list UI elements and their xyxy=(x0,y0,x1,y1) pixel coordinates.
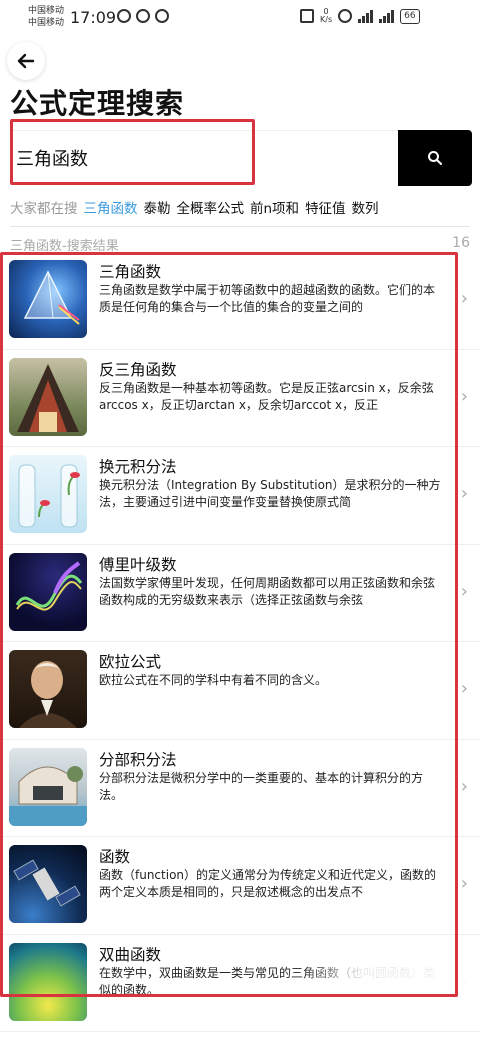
carrier-1: 中国移动 xyxy=(28,6,65,16)
headphones-icon xyxy=(117,9,131,23)
item-description: 反三角函数是一种基本初等函数。它是反正弦arcsin x，反余弦arccos x… xyxy=(99,380,434,412)
item-title: 欧拉公式 xyxy=(99,653,162,671)
list-item[interactable]: 反三角函数 反三角函数是一种基本初等函数。它是反正弦arcsin x，反余弦ar… xyxy=(0,350,480,447)
status-time: 17:09 xyxy=(70,8,117,27)
list-item[interactable]: 函数 函数（function）的定义通常分为传统定义和近代定义，函数的两个定义本… xyxy=(0,837,480,935)
hot-tag-2[interactable]: 泰勒 xyxy=(144,197,171,217)
carrier-2: 中国移动 xyxy=(28,18,65,28)
alarm-icon xyxy=(155,9,169,23)
item-title: 三角函数 xyxy=(99,263,162,281)
item-description: 分部积分法是微积分学中的一类重要的、基本的计算积分的方法。 xyxy=(99,770,424,802)
wave-image xyxy=(15,560,83,611)
net-speed-unit: K/s xyxy=(320,15,333,24)
item-title: 傅里叶级数 xyxy=(99,555,177,574)
euler-portrait-thumbnail xyxy=(9,650,87,728)
prism-image xyxy=(23,270,80,325)
battery-icon: 66 xyxy=(400,8,420,24)
item-description: 法国数学家傅里叶发现，任何周期函数都可以用正弦函数和余弦函数构成的无穷级数来表示… xyxy=(99,575,436,607)
search-button[interactable] xyxy=(398,130,472,186)
hot-tag-4[interactable]: 前n项和 xyxy=(250,197,299,217)
chevron-right-icon: › xyxy=(460,385,468,407)
item-title: 反三角函数 xyxy=(99,360,177,379)
carrier-info: 中国移动 中国移动 xyxy=(28,5,64,29)
chevron-right-icon: › xyxy=(460,288,468,309)
net-speed: 0 K/s xyxy=(320,8,332,24)
mute-icon xyxy=(300,9,314,23)
back-button[interactable] xyxy=(7,42,45,80)
prism-thumbnail xyxy=(9,260,87,338)
a-frame-house-thumbnail xyxy=(9,357,87,436)
chevron-right-icon: › xyxy=(460,775,468,797)
status-bar: 中国移动 中国移动 17:09 0 K/s 66 xyxy=(0,0,480,34)
search-input[interactable] xyxy=(16,143,386,173)
watermark-overlay xyxy=(300,955,480,1000)
item-description: 函数（function）的定义通常分为传统定义和近代定义，函数的两个定义本质是相… xyxy=(99,868,437,899)
eye-icon xyxy=(136,9,150,23)
status-left-icons xyxy=(117,9,169,23)
hot-tag-3[interactable]: 全概率公式 xyxy=(177,197,245,217)
arrow-left-icon xyxy=(17,53,35,69)
sprout-image xyxy=(18,464,80,528)
sprout-thumbnail xyxy=(9,455,87,533)
portrait-image xyxy=(19,661,77,728)
satellite-image xyxy=(13,859,81,907)
wifi-icon xyxy=(338,9,353,23)
results-count: 16 xyxy=(452,235,470,251)
list-item[interactable]: 欧拉公式 欧拉公式在不同的学科中有着不同的含义。 › xyxy=(0,642,480,740)
item-title: 双曲函数 xyxy=(99,945,162,964)
satellite-thumbnail xyxy=(9,845,87,923)
hot-tag-6[interactable]: 数列 xyxy=(352,197,379,217)
chevron-right-icon: › xyxy=(460,678,468,699)
divider xyxy=(10,226,470,227)
item-description: 欧拉公式在不同的学科中有着不同的含义。 xyxy=(99,673,328,687)
item-description: 换元积分法（Integration By Substitution）是求积分的一… xyxy=(99,478,441,509)
glow-thumbnail xyxy=(9,942,87,1021)
item-title: 换元积分法 xyxy=(99,458,177,476)
light-wave-thumbnail xyxy=(9,552,87,631)
villa-thumbnail xyxy=(9,747,87,826)
item-description: 三角函数是数学中属于初等函数中的超越函数的函数。它们的本质是任何角的集合与一个比… xyxy=(99,283,436,314)
page-title: 公式定理搜索 xyxy=(10,87,185,120)
hot-search-label: 大家都在搜 xyxy=(10,201,78,217)
hot-tag-1[interactable]: 三角函数 xyxy=(84,197,138,217)
status-right-icons: 0 K/s 66 xyxy=(300,8,420,24)
list-item[interactable]: 分部积分法 分部积分法是微积分学中的一类重要的、基本的计算积分的方法。 › xyxy=(0,740,480,837)
list-item[interactable]: 傅里叶级数 法国数学家傅里叶发现，任何周期函数都可以用正弦函数和余弦函数构成的无… xyxy=(0,545,480,642)
chevron-right-icon: › xyxy=(460,580,468,602)
house-image xyxy=(17,363,79,432)
signal-2-icon xyxy=(379,9,395,23)
chevron-right-icon: › xyxy=(460,483,468,504)
hot-tag-5[interactable]: 特征值 xyxy=(305,197,346,217)
list-item[interactable]: 三角函数 三角函数是数学中属于初等函数中的超越函数的函数。它们的本质是任何角的集… xyxy=(0,252,480,350)
signal-1-icon xyxy=(358,9,374,23)
result-list: 三角函数 三角函数是数学中属于初等函数中的超越函数的函数。它们的本质是任何角的集… xyxy=(0,252,480,1032)
item-title: 分部积分法 xyxy=(99,750,177,769)
item-title: 函数 xyxy=(99,848,131,866)
search-icon xyxy=(428,151,442,165)
villa-image xyxy=(9,765,87,826)
hot-search-row: 大家都在搜 三角函数 泰勒 全概率公式 前n项和 特征值 数列 xyxy=(10,197,379,217)
search-box xyxy=(10,130,398,186)
chevron-right-icon: › xyxy=(460,873,468,894)
list-item[interactable]: 换元积分法 换元积分法（Integration By Substitution）… xyxy=(0,447,480,545)
